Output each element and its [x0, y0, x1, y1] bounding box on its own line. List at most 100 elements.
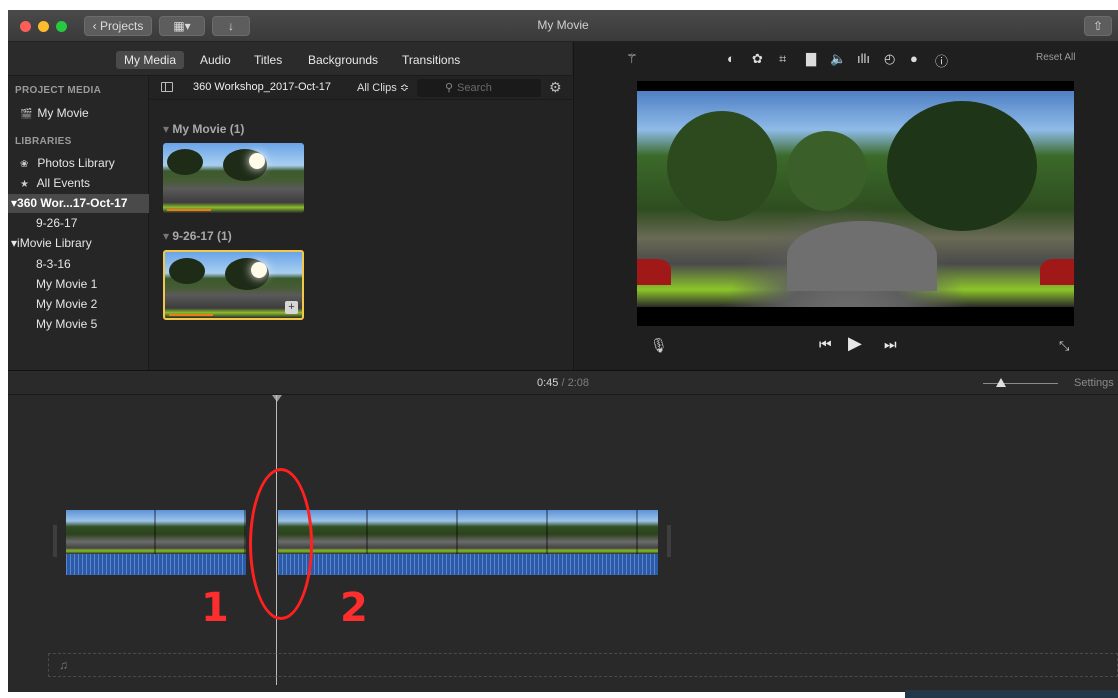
- color-palette-icon[interactable]: ✿: [752, 51, 763, 67]
- speed-icon[interactable]: ◴: [884, 51, 895, 67]
- adjustments-bar: ⚚ ◐ ✿ ⌗ ▇ 🔈 ıllı ◴ ● ⓘ Reset All: [574, 42, 1118, 76]
- zoom-slider-knob[interactable]: [996, 378, 1006, 387]
- used-range-bar: [169, 314, 213, 316]
- color-balance-icon[interactable]: ◐: [727, 51, 735, 66]
- disclosure-triangle-icon: ▾: [163, 122, 173, 136]
- preview-tree: [787, 131, 867, 211]
- sidebar-item-label: 8-3-16: [36, 257, 71, 271]
- libraries-heading: LIBRARIES: [15, 136, 72, 147]
- info-icon[interactable]: ⓘ: [935, 51, 948, 70]
- add-to-movie-icon[interactable]: +: [285, 301, 298, 314]
- music-well[interactable]: ♫: [48, 653, 1118, 677]
- sidebar-item-360-workshop[interactable]: ▾360 Wor...17-Oct-17: [8, 194, 149, 213]
- sidebar-item-label: My Movie 5: [36, 317, 98, 331]
- thumbnail-sun: [251, 262, 267, 278]
- preview-tree: [667, 111, 777, 221]
- magic-wand-icon[interactable]: ⚚: [626, 51, 638, 67]
- preview-tree: [887, 101, 1037, 231]
- preview-road: [787, 221, 937, 291]
- annotation-number-1: 1: [201, 585, 229, 631]
- timecode: 0:45 / 2:08: [8, 377, 1118, 389]
- share-button[interactable]: ⇧: [1084, 16, 1112, 36]
- thumbnail-tree: [169, 258, 205, 284]
- desktop-background-strip: [905, 690, 1118, 698]
- title-bar: ‹ Projects ▦▾ ↓ My Movie ⇧: [8, 10, 1118, 42]
- tab-my-media[interactable]: My Media: [116, 51, 185, 69]
- video-preview[interactable]: [637, 81, 1074, 326]
- fullscreen-icon[interactable]: ⤡: [1059, 338, 1069, 354]
- filter-icon[interactable]: ●: [910, 51, 918, 66]
- disclosure-triangle-icon: ▾: [11, 236, 18, 250]
- sidebar-item-label: 360 Wor...17-Oct-17: [17, 196, 128, 210]
- sidebar-item-label: My Movie 1: [36, 277, 98, 291]
- gear-icon[interactable]: ⚙: [549, 79, 562, 96]
- sidebar-item-label: All Events: [36, 176, 91, 190]
- media-tabs: My Media Audio Titles Backgrounds Transi…: [8, 42, 572, 76]
- reset-all-button[interactable]: Reset All: [1036, 52, 1075, 63]
- window-title: My Movie: [537, 18, 589, 32]
- clip-filmstrip: [278, 510, 658, 554]
- sidebar-toggle-icon[interactable]: [161, 82, 173, 92]
- clip-audio-waveform: [66, 554, 246, 575]
- timeline-clip-2[interactable]: [278, 510, 658, 576]
- search-icon: ⚲: [445, 82, 454, 94]
- preview-red-object: [1040, 259, 1074, 285]
- timeline-clip-1[interactable]: [66, 510, 246, 576]
- tab-backgrounds[interactable]: Backgrounds: [300, 51, 386, 69]
- media-browser: 360 Workshop_2017-Oct-17 All Clips ≎ ⚲ ⚙…: [149, 76, 572, 370]
- equalizer-icon[interactable]: ıllı: [857, 51, 870, 66]
- total-time: / 2:08: [558, 377, 589, 389]
- tab-titles[interactable]: Titles: [246, 51, 290, 69]
- sidebar-item-my-movie-5[interactable]: My Movie 5: [8, 315, 149, 334]
- tab-transitions[interactable]: Transitions: [394, 51, 468, 69]
- panorama-frame: [637, 91, 1074, 307]
- playhead-marker[interactable]: [272, 395, 282, 402]
- sidebar-item-8-3-16[interactable]: 8-3-16: [8, 255, 149, 274]
- settings-button[interactable]: Settings: [1074, 377, 1114, 389]
- microphone-icon[interactable]: 🎙: [650, 337, 668, 354]
- sidebar-item-imovie-library[interactable]: ▾iMovie Library: [8, 234, 149, 253]
- skip-forward-icon[interactable]: ⏭: [884, 336, 897, 353]
- thumbnail-tree: [167, 149, 203, 175]
- annotation-number-2: 2: [340, 585, 368, 631]
- sidebar-item-label: iMovie Library: [17, 236, 92, 250]
- sidebar-item-label: My Movie 2: [36, 297, 98, 311]
- clip-audio-waveform: [278, 554, 658, 575]
- group-heading-label: My Movie (1): [172, 122, 245, 136]
- annotation-circle: [249, 468, 313, 620]
- sidebar-item-label: Photos Library: [37, 156, 115, 170]
- stabilization-icon[interactable]: ▇: [806, 51, 816, 67]
- viewer: ⚚ ◐ ✿ ⌗ ▇ 🔈 ıllı ◴ ● ⓘ Reset All 🎙 ⏮ ▶ ⏭…: [573, 42, 1118, 370]
- clip-start-handle[interactable]: [53, 525, 57, 557]
- sidebar-item-9-26-17[interactable]: 9-26-17: [8, 214, 149, 233]
- star-icon: ★: [20, 179, 29, 190]
- sidebar-item-all-events[interactable]: ★ All Events: [8, 174, 149, 193]
- clip-end-handle[interactable]: [667, 525, 671, 557]
- preview-red-object: [637, 259, 671, 285]
- event-name: 360 Workshop_2017-Oct-17: [193, 81, 331, 93]
- timeline[interactable]: 1 2 ♫: [8, 395, 1118, 692]
- sidebar-item-photos-library[interactable]: ❀ Photos Library: [8, 154, 149, 173]
- libraries-sidebar: PROJECT MEDIA 🎬 My Movie LIBRARIES ❀ Pho…: [8, 76, 149, 370]
- sidebar-item-my-movie-2[interactable]: My Movie 2: [8, 295, 149, 314]
- search-box[interactable]: ⚲: [417, 79, 541, 97]
- skip-back-icon[interactable]: ⏮: [819, 336, 832, 353]
- group-heading-my-movie[interactable]: ▾ My Movie (1): [163, 122, 244, 136]
- group-heading-label: 9-26-17 (1): [172, 229, 232, 243]
- play-icon[interactable]: ▶: [848, 333, 862, 354]
- search-input[interactable]: [457, 80, 537, 96]
- zoom-slider-track[interactable]: [983, 383, 1058, 384]
- group-heading-9-26-17[interactable]: ▾ 9-26-17 (1): [163, 229, 232, 243]
- clip-thumbnail-selected[interactable]: +: [163, 250, 304, 320]
- volume-icon[interactable]: 🔈: [830, 51, 846, 67]
- current-time: 0:45: [537, 377, 559, 389]
- sidebar-item-label: My Movie: [37, 106, 89, 120]
- clip-thumbnail[interactable]: [163, 143, 304, 213]
- sidebar-item-my-movie-1[interactable]: My Movie 1: [8, 275, 149, 294]
- sidebar-item-my-movie[interactable]: 🎬 My Movie: [8, 104, 149, 123]
- tab-audio[interactable]: Audio: [192, 51, 239, 69]
- crop-icon[interactable]: ⌗: [779, 51, 786, 67]
- project-media-heading: PROJECT MEDIA: [15, 85, 102, 96]
- clip-filter-select[interactable]: All Clips ≎: [357, 81, 409, 94]
- top-pane: My Media Audio Titles Backgrounds Transi…: [8, 42, 1118, 370]
